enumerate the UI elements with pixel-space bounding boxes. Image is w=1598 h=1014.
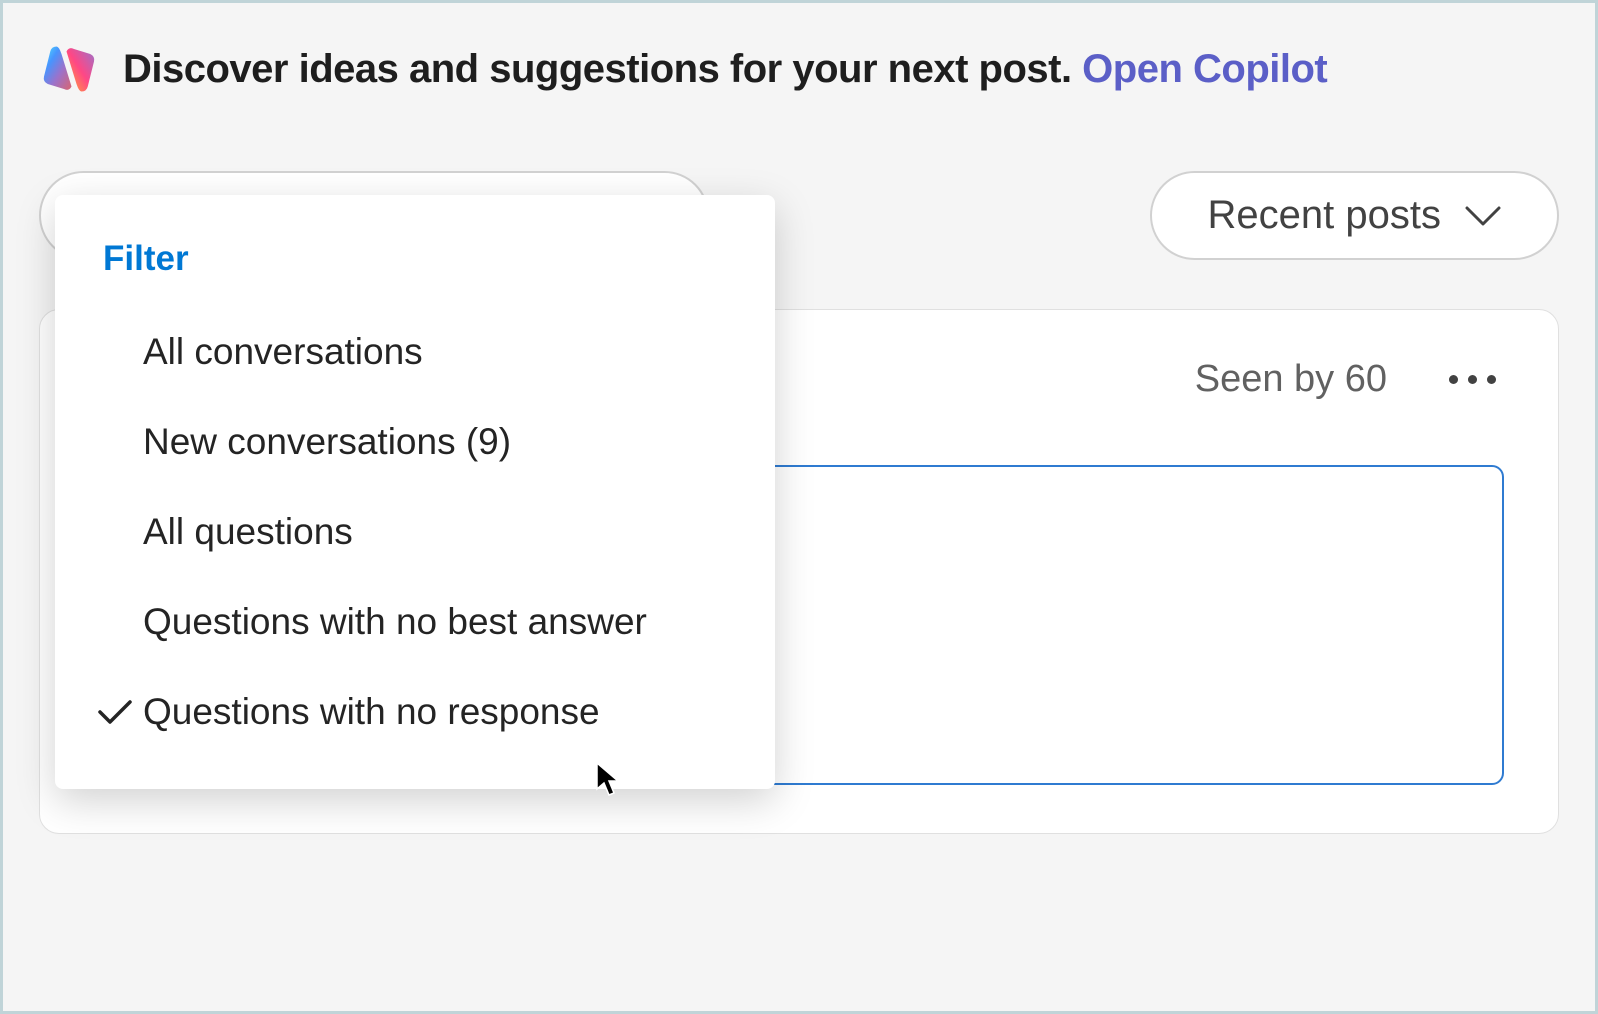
dropdown-item-label: New conversations (9) — [143, 421, 511, 463]
filter-option-no-response[interactable]: Questions with no response — [55, 667, 775, 757]
dropdown-header: Filter — [55, 231, 775, 307]
dropdown-item-label: Questions with no response — [143, 691, 600, 733]
dropdown-item-label: All conversations — [143, 331, 423, 373]
open-copilot-link[interactable]: Open Copilot — [1082, 47, 1327, 91]
dropdown-item-label: Questions with no best answer — [143, 601, 647, 643]
banner-text-static: Discover ideas and suggestions for your … — [123, 47, 1082, 91]
copilot-logo-icon — [39, 39, 99, 99]
filter-option-all-questions[interactable]: All questions — [55, 487, 775, 577]
sort-dropdown-button[interactable]: Recent posts — [1150, 171, 1559, 260]
chevron-down-icon — [1465, 205, 1501, 227]
check-icon — [97, 698, 133, 726]
feed-toolbar: Questions with no response Recent posts … — [3, 111, 1595, 260]
filter-option-no-best-answer[interactable]: Questions with no best answer — [55, 577, 775, 667]
banner-text: Discover ideas and suggestions for your … — [123, 47, 1327, 92]
copilot-banner: Discover ideas and suggestions for your … — [3, 3, 1595, 111]
more-options-button[interactable] — [1441, 367, 1504, 392]
filter-dropdown-menu: Filter All conversations New conversatio… — [55, 195, 775, 789]
dropdown-item-label: All questions — [143, 511, 353, 553]
check-slot — [87, 698, 143, 726]
sort-dropdown-label: Recent posts — [1208, 193, 1441, 238]
filter-option-new-conversations[interactable]: New conversations (9) — [55, 397, 775, 487]
filter-option-all-conversations[interactable]: All conversations — [55, 307, 775, 397]
seen-by-count[interactable]: Seen by 60 — [1195, 358, 1387, 401]
